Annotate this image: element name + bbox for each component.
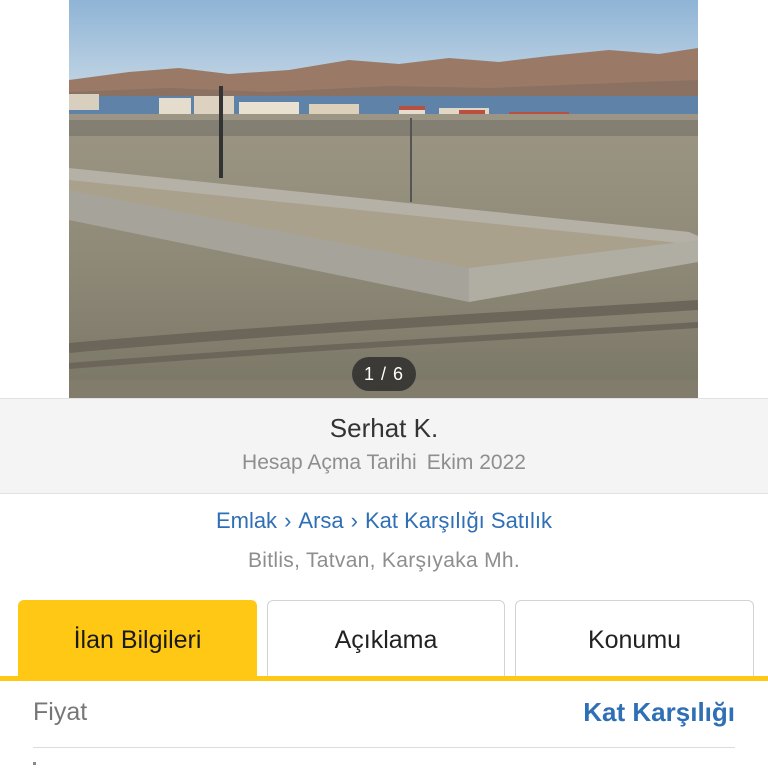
breadcrumb-separator: › <box>350 508 358 533</box>
listing-location: Bitlis, Tatvan, Karşıyaka Mh. <box>247 549 521 572</box>
account-since-value: Ekim 2022 <box>426 451 526 474</box>
tab-underline <box>0 676 768 681</box>
tab-ilan-bilgileri[interactable]: İlan Bilgileri <box>18 600 257 678</box>
photo-gallery[interactable]: 1 / 6 <box>0 0 768 398</box>
account-since-label: Hesap Açma Tarihi <box>242 451 417 474</box>
breadcrumb-item-arsa[interactable]: Arsa <box>298 508 343 533</box>
listing-photo[interactable] <box>69 0 698 398</box>
breadcrumb-separator: › <box>284 508 292 533</box>
account-since: Hesap Açma Tarihi Ekim 2022 <box>0 451 768 475</box>
breadcrumb-item-kat-karsiligi[interactable]: Kat Karşılığı Satılık <box>365 508 552 533</box>
tab-konumu[interactable]: Konumu <box>515 600 754 678</box>
image-counter: 1 / 6 <box>352 357 416 391</box>
next-row-hint <box>33 762 36 765</box>
row-divider <box>33 747 735 748</box>
price-value: Kat Karşılığı <box>583 697 735 727</box>
breadcrumb: Emlak › Arsa › Kat Karşılığı Satılık <box>0 508 768 534</box>
seller-info[interactable]: Serhat K. Hesap Açma Tarihi Ekim 2022 <box>0 398 768 494</box>
detail-row-price: Fiyat Kat Karşılığı <box>33 692 735 736</box>
tab-aciklama[interactable]: Açıklama <box>267 600 505 678</box>
price-label: Fiyat <box>33 698 88 726</box>
tab-bar: İlan Bilgileri Açıklama Konumu <box>0 600 768 682</box>
breadcrumb-item-emlak[interactable]: Emlak <box>216 508 277 533</box>
seller-name[interactable]: Serhat K. <box>0 413 768 444</box>
